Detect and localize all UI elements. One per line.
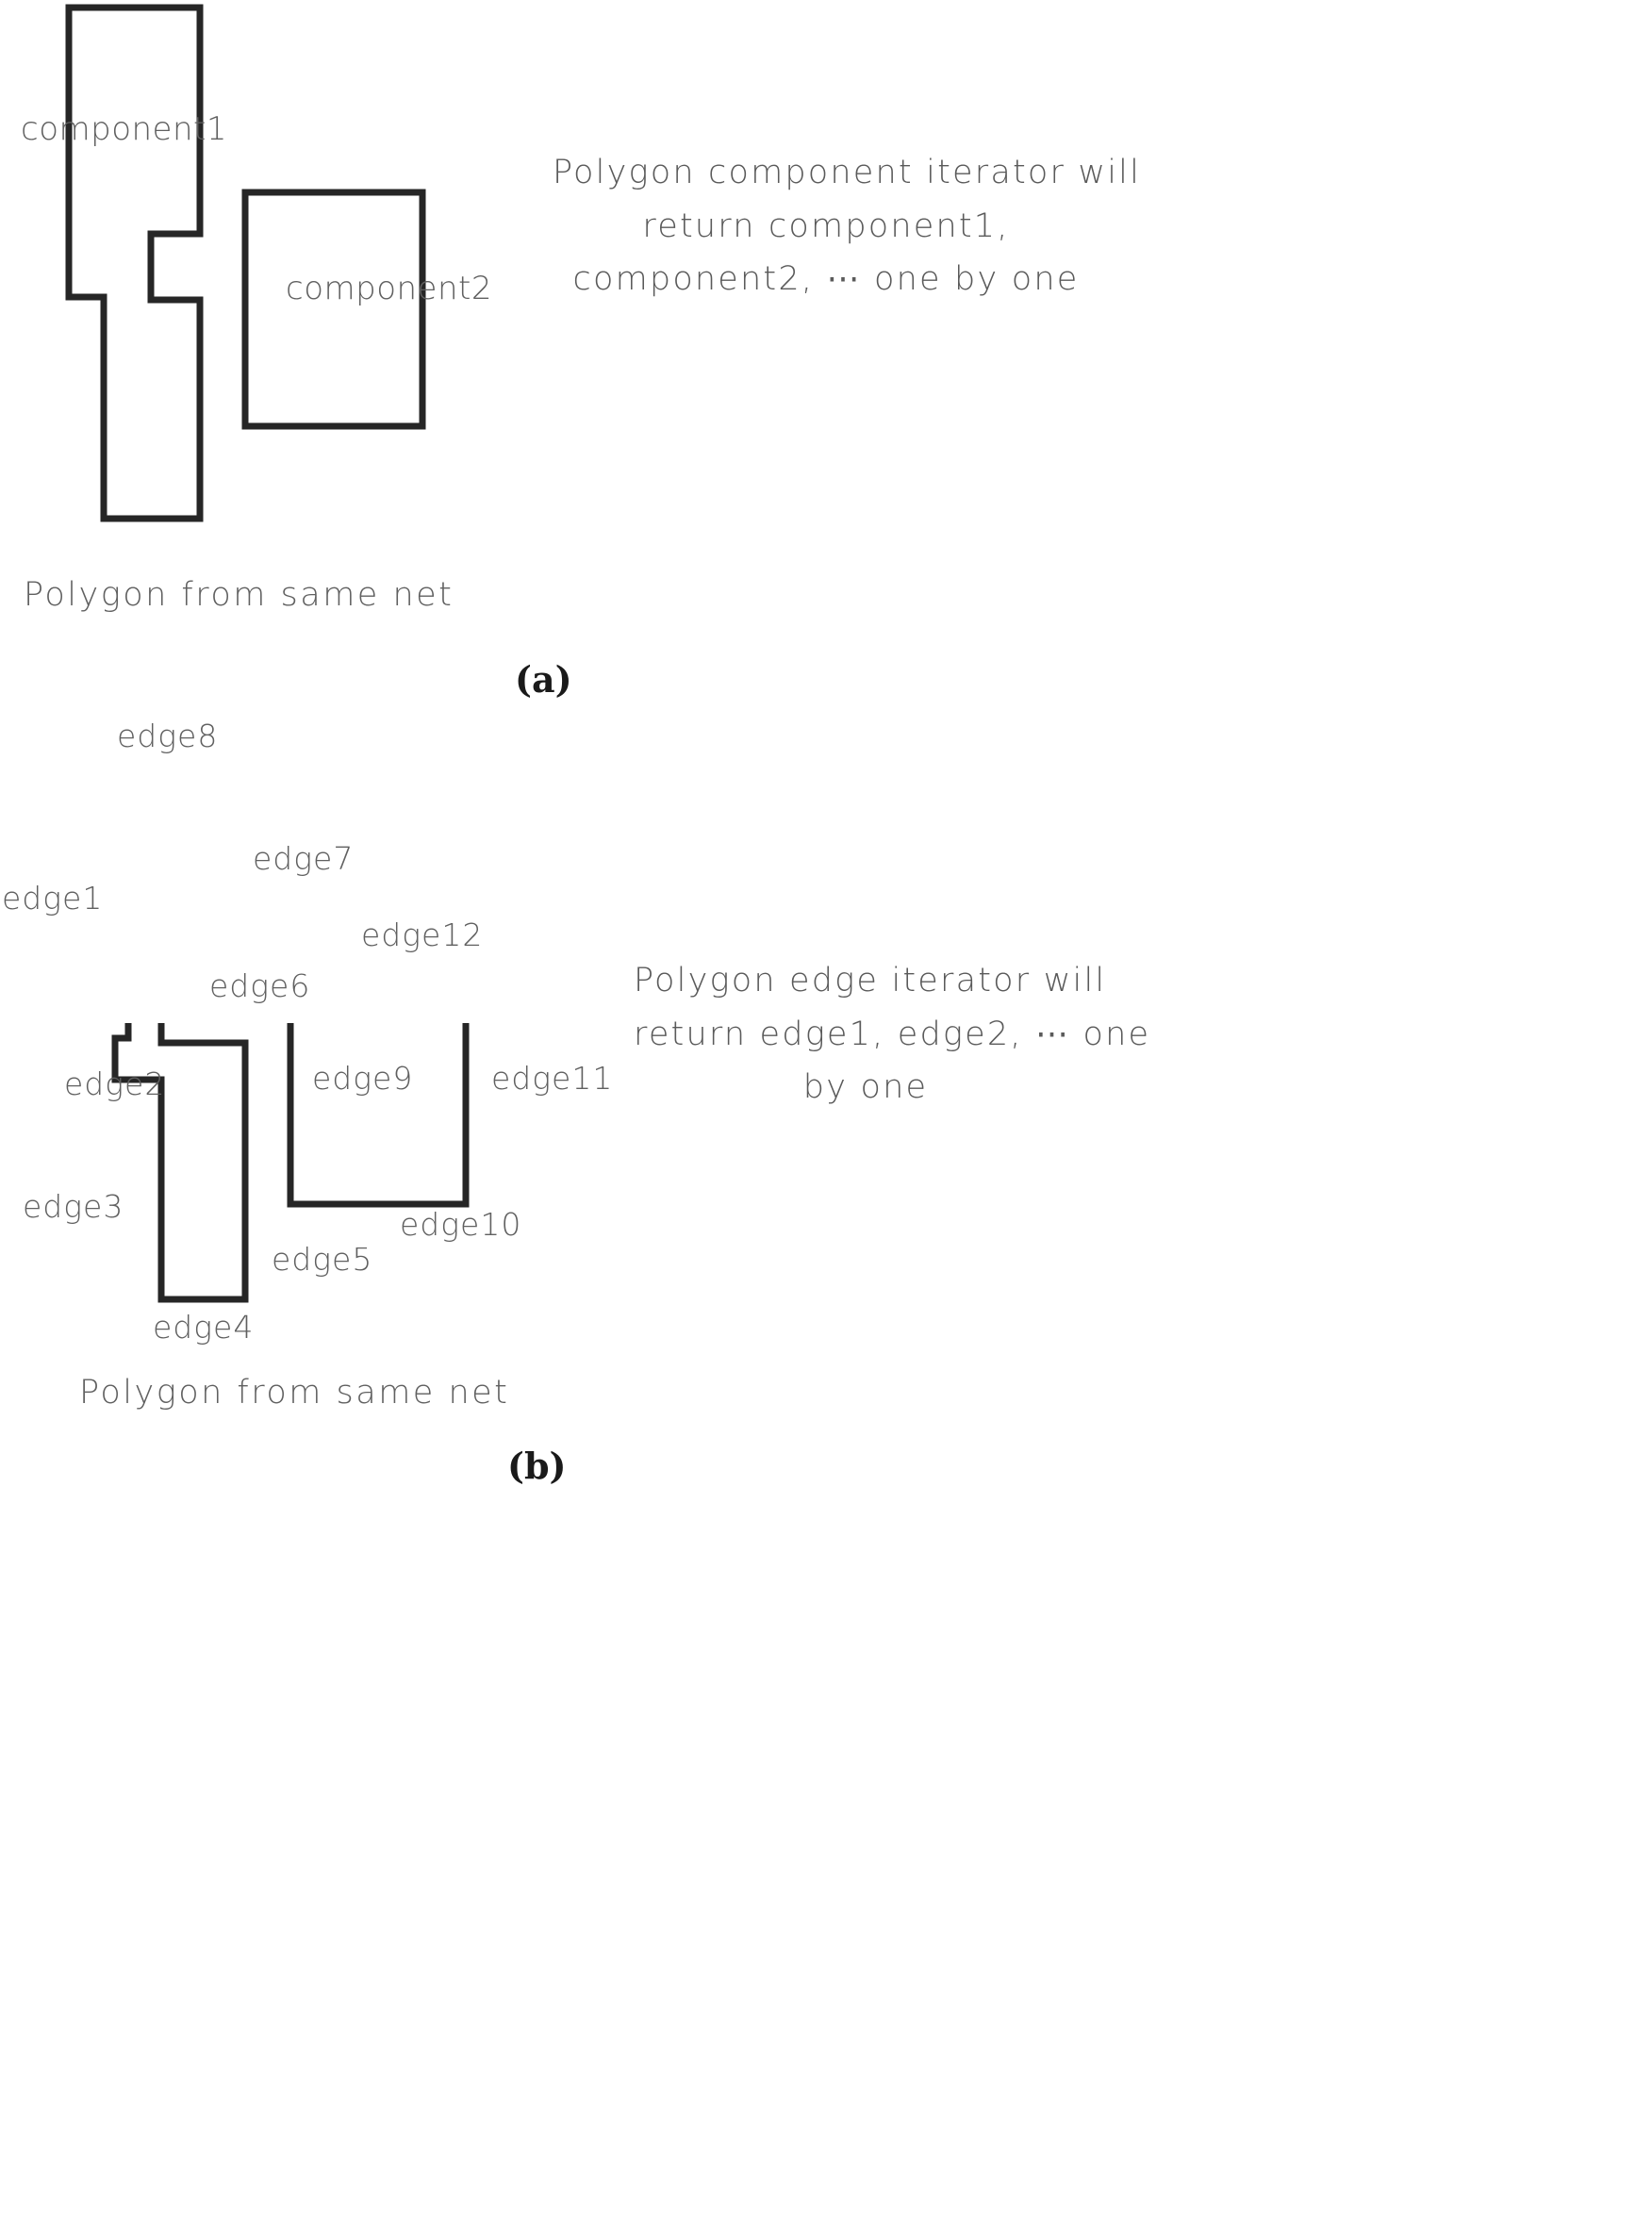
panel-a-marker: (a) (515, 658, 572, 701)
panel-b-drawing (111, 1023, 470, 1303)
panel-b-desc-line-2: return edge1, edge2, ⋯ one (634, 1015, 1151, 1053)
edge6-label: edge6 (209, 967, 311, 1004)
edge8-label: edge8 (117, 718, 219, 754)
panel-a-description: Polygon component iterator will return c… (553, 146, 1142, 306)
edge11-label: edge11 (491, 1060, 614, 1097)
panel-a: component1 component2 Polygon from same … (0, 0, 1652, 1023)
panel-a-caption: Polygon from same net (24, 576, 454, 614)
panel-a-desc-line-1: Polygon component iterator will (553, 154, 1142, 191)
panel-b-marker: (b) (507, 1445, 567, 1487)
edge5-label: edge5 (272, 1241, 373, 1278)
panel-b-desc-line-1: Polygon edge iterator will (634, 962, 1107, 999)
rectangle-polygon (287, 1023, 470, 1208)
panel-b-desc-line-3: by one (802, 1068, 929, 1107)
component1-label: component1 (21, 110, 227, 148)
edge2-label: edge2 (64, 1065, 166, 1102)
edge7-label: edge7 (253, 840, 355, 877)
panel-b-description: Polygon edge iterator will return edge1,… (634, 954, 1151, 1115)
edge12-label: edge12 (361, 917, 484, 953)
edge4-label: edge4 (153, 1309, 255, 1346)
edge3-label: edge3 (23, 1188, 124, 1225)
edge9-label: edge9 (312, 1060, 414, 1097)
stepped-polygon (111, 1023, 249, 1303)
component2-label: component2 (286, 270, 492, 307)
edge10-label: edge10 (400, 1206, 522, 1243)
panel-b: edge8 edge7 edge1 edge12 edge6 edge2 edg… (0, 720, 1652, 2213)
panel-a-desc-line-2: return component1, (642, 206, 1010, 245)
panel-b-caption: Polygon from same net (79, 1374, 510, 1412)
component1-polygon (65, 4, 204, 522)
edge1-label: edge1 (2, 880, 104, 917)
panel-a-desc-line-3: component2, ⋯ one by one (572, 260, 1080, 299)
component2-polygon (241, 189, 426, 430)
